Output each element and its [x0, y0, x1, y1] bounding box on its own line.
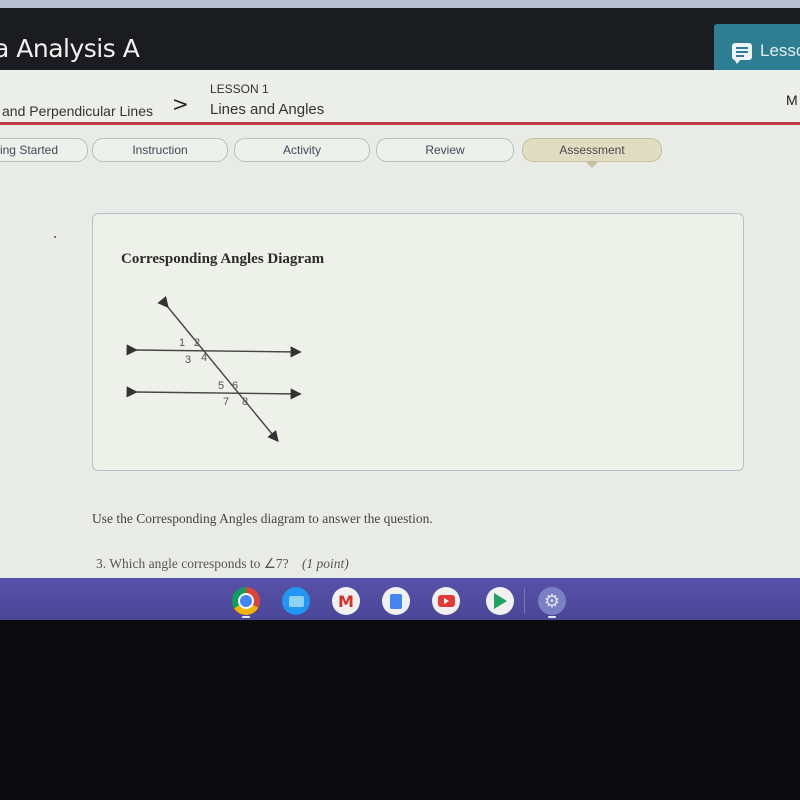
shelf-divider [524, 588, 525, 614]
breadcrumb-lesson-name: Lines and Angles [210, 101, 325, 118]
tab-instruction[interactable]: Instruction [92, 138, 228, 162]
monitor-bezel [0, 620, 800, 800]
angle-label-1: 1 [179, 337, 185, 349]
chevron-right-icon: > [172, 92, 189, 116]
breadcrumb: and Perpendicular Lines > LESSON 1 Lines… [0, 70, 800, 122]
course-title: a Analysis A [0, 34, 140, 63]
lesson-notes-icon [732, 42, 752, 64]
question-text: Which angle corresponds to ∠7? [109, 556, 289, 571]
parallel-line-top [126, 344, 302, 358]
angle-label-8: 8 [242, 396, 248, 408]
chrome-running-indicator [242, 616, 250, 618]
breadcrumb-unit[interactable]: and Perpendicular Lines [2, 103, 153, 119]
youtube-icon[interactable] [432, 587, 460, 615]
question-number: 3. [96, 556, 107, 571]
activity-tabs: ing Started Instruction Activity Review … [0, 138, 800, 168]
settings-running-indicator [548, 616, 556, 618]
question-points: (1 point) [301, 556, 349, 571]
angle-label-6: 6 [232, 380, 238, 392]
angle-label-4: 4 [201, 352, 207, 364]
question-instruction: Use the Corresponding Angles diagram to … [92, 511, 433, 526]
question-3: 3. Which angle corresponds to ∠7? (1 poi… [96, 556, 349, 572]
angle-label-5: 5 [218, 380, 224, 392]
tab-getting-started[interactable]: ing Started [0, 138, 88, 162]
course-header: a Analysis A Lesso [0, 8, 800, 78]
screen-top-edge [0, 0, 800, 8]
tab-activity[interactable]: Activity [234, 138, 370, 162]
corresponding-angles-diagram: 1 2 3 4 5 6 7 8 [126, 295, 302, 443]
tab-assessment[interactable]: Assessment [522, 138, 662, 168]
header-divider [0, 122, 800, 125]
play-store-icon[interactable] [486, 587, 514, 615]
os-shelf: M ⚙ [0, 578, 800, 620]
screen: a Analysis A Lesso and Perpendicular Lin… [0, 0, 800, 620]
lesson-notes-label: Lesso [760, 41, 800, 60]
files-icon[interactable] [282, 587, 310, 615]
chrome-icon[interactable] [232, 587, 260, 615]
tab-review[interactable]: Review [376, 138, 514, 162]
parallel-line-bottom [126, 386, 302, 400]
breadcrumb-right-item[interactable]: M [786, 92, 798, 108]
transversal-line [157, 295, 279, 443]
angle-label-7: 7 [223, 396, 229, 408]
angle-label-2: 2 [194, 337, 200, 349]
stray-dot [54, 236, 56, 238]
diagram-card: Corresponding Angles Diagram 1 2 3 4 5 6… [92, 213, 744, 471]
angle-label-3: 3 [185, 354, 191, 366]
breadcrumb-lesson-number: LESSON 1 [210, 82, 269, 96]
diagram-title: Corresponding Angles Diagram [121, 251, 325, 267]
docs-icon[interactable] [382, 587, 410, 615]
gmail-icon[interactable]: M [332, 587, 360, 615]
settings-icon[interactable]: ⚙ [538, 587, 566, 615]
